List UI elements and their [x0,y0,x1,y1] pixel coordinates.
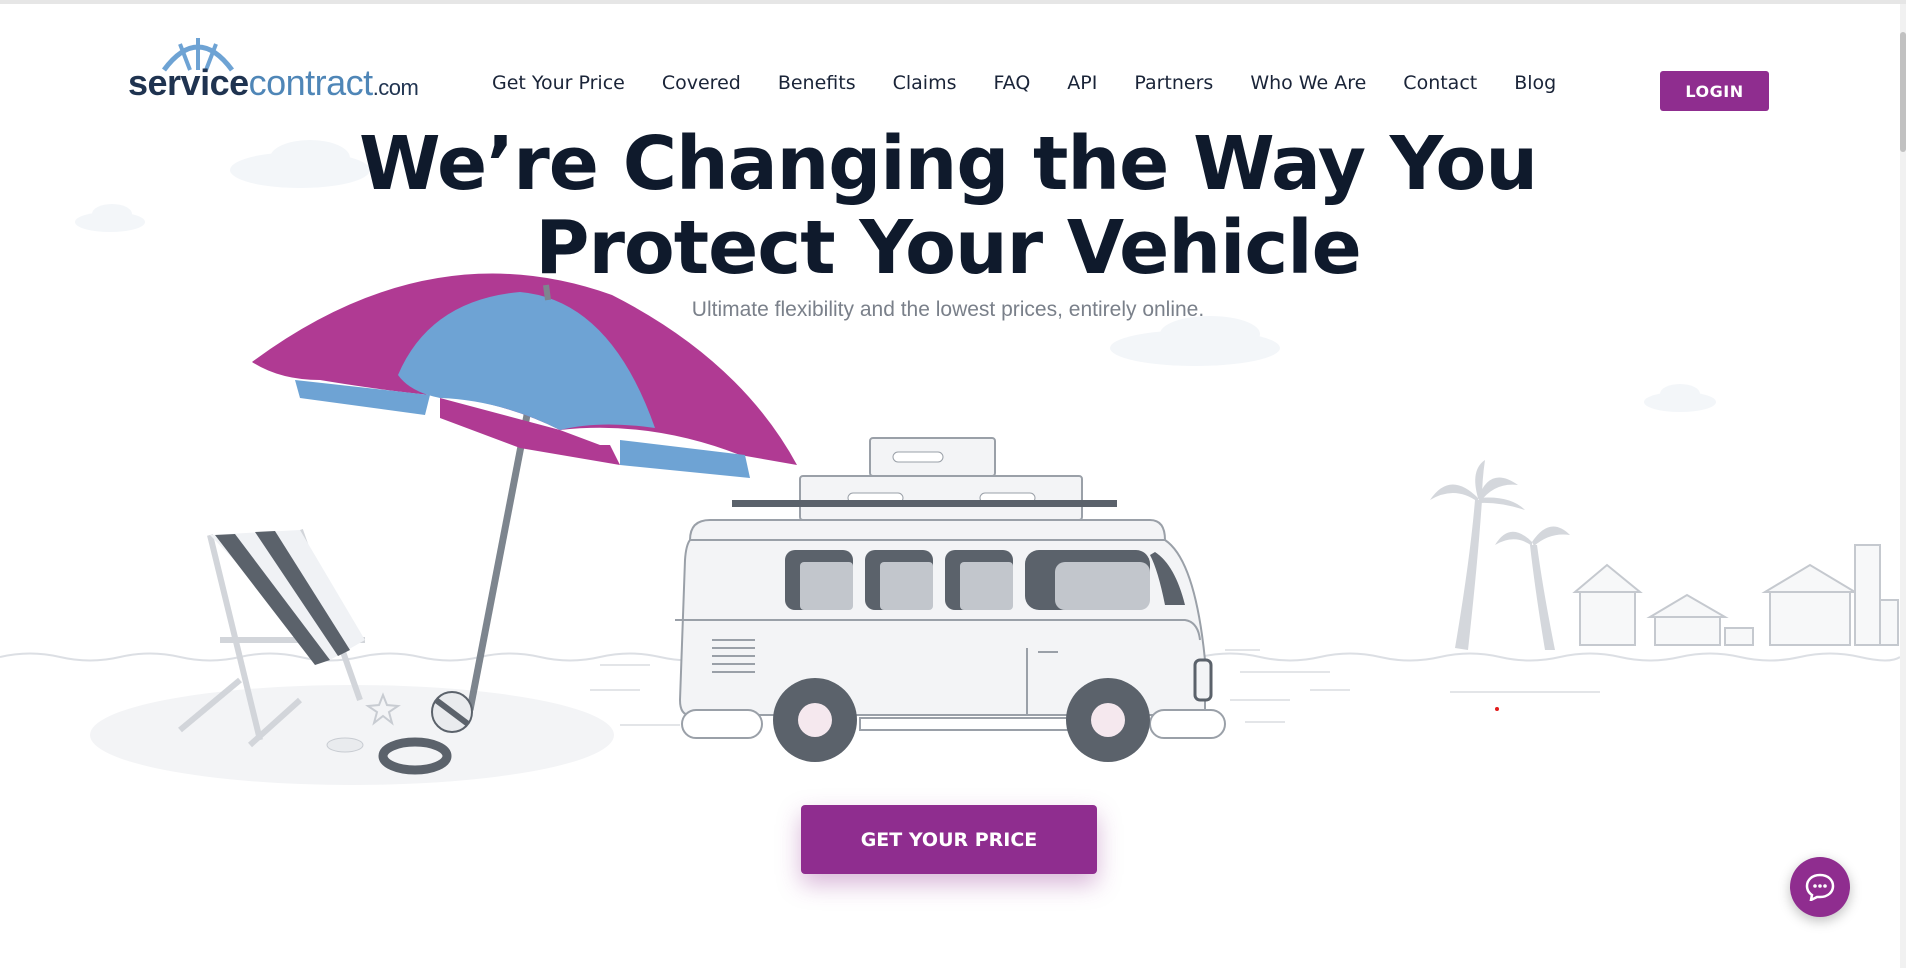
chat-launcher-button[interactable] [1790,857,1850,917]
nav-who-we-are[interactable]: Who We Are [1250,72,1366,94]
login-button[interactable]: LOGIN [1660,71,1769,111]
nav-contact[interactable]: Contact [1403,72,1477,94]
scrollbar[interactable] [1900,4,1906,968]
camper-van-icon [675,437,1226,762]
browser-top-border [0,0,1906,4]
main-nav: Get Your Price Covered Benefits Claims F… [492,72,1593,94]
palm-tree-icon [1430,460,1570,650]
scrollbar-thumb[interactable] [1900,32,1906,152]
get-your-price-button[interactable]: GET YOUR PRICE [801,805,1097,874]
chat-bubble-icon [1805,873,1835,901]
logo-dotcom: .com [372,75,419,100]
hero-title-line1: We’re Changing the Way You [358,121,1538,207]
hero-subtitle: Ultimate flexibility and the lowest pric… [691,298,1205,321]
logo-wordmark: servicecontract.com [128,62,419,104]
nav-api[interactable]: API [1067,72,1097,94]
nav-blog[interactable]: Blog [1514,72,1556,94]
deck-chair-fabric [210,530,365,665]
nav-partners[interactable]: Partners [1134,72,1213,94]
nav-claims[interactable]: Claims [893,72,957,94]
hero-title-line2: Protect Your Vehicle [535,205,1362,291]
nav-benefits[interactable]: Benefits [778,72,856,94]
site-logo[interactable]: servicecontract.com [128,32,438,112]
logo-service: service [128,62,249,103]
houses-icon [1572,544,1899,646]
nav-get-your-price[interactable]: Get Your Price [492,72,625,94]
nav-covered[interactable]: Covered [662,72,741,94]
hero-title: We’re Changing the Way You Protect Your … [0,122,1896,290]
logo-contract: contract [248,62,374,103]
nav-faq[interactable]: FAQ [993,72,1030,94]
